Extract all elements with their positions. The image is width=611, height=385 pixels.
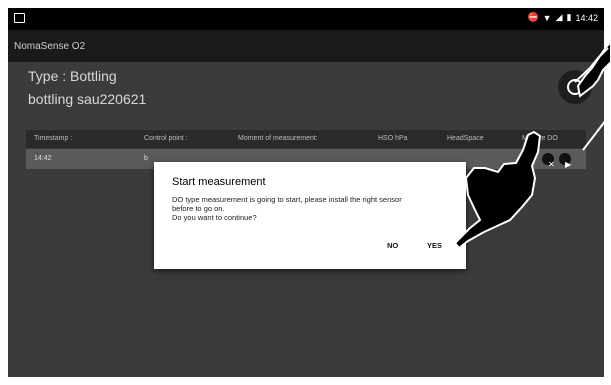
pointing-hand-icon xyxy=(429,130,542,256)
pointing-hand-icon xyxy=(574,40,611,98)
pointing-hand-overlay xyxy=(429,40,611,256)
